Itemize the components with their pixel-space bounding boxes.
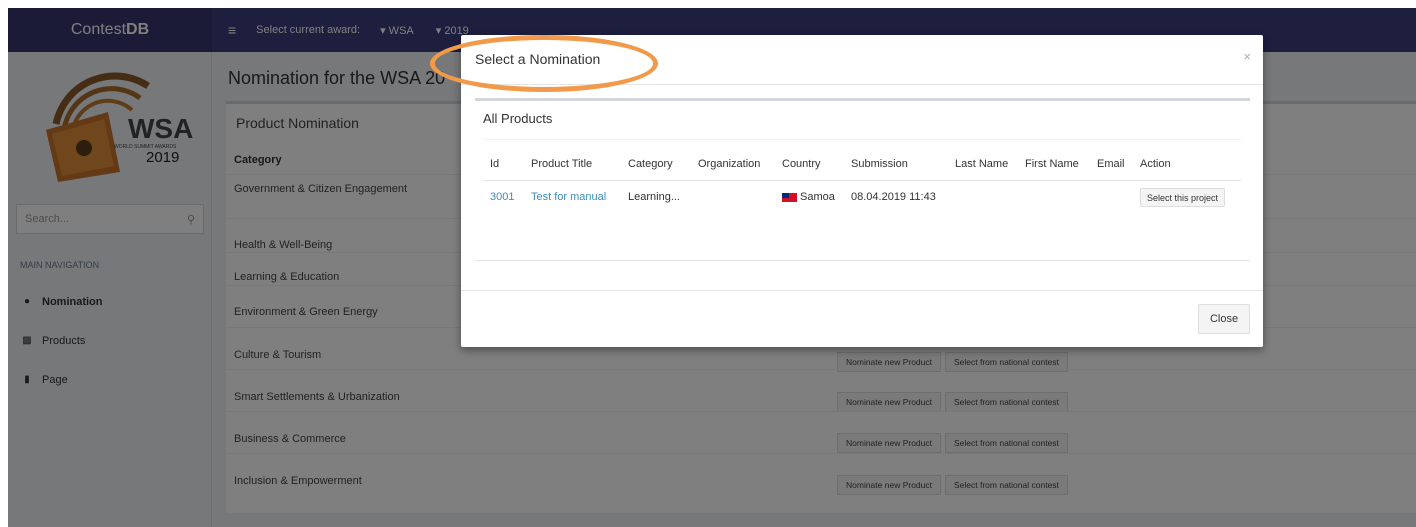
- close-icon[interactable]: ×: [1243, 49, 1251, 64]
- header-product-title: Product Title: [531, 158, 593, 170]
- header-submission: Submission: [851, 158, 908, 170]
- header-country: Country: [782, 158, 821, 170]
- header-action: Action: [1140, 158, 1171, 170]
- samoa-flag-icon: [782, 192, 797, 202]
- all-products-box: All Products Id Product Title Category O…: [475, 98, 1250, 261]
- product-submission: 08.04.2019 11:43: [851, 191, 936, 203]
- header-last-name: Last Name: [955, 158, 1009, 170]
- table-header-divider: [483, 180, 1241, 181]
- header-first-name: First Name: [1025, 158, 1079, 170]
- product-title-link[interactable]: Test for manual: [531, 191, 606, 203]
- header-organization: Organization: [698, 158, 761, 170]
- product-category: Learning...: [628, 191, 680, 203]
- country-name: Samoa: [800, 191, 835, 203]
- product-country: Samoa: [782, 191, 835, 203]
- select-this-project-button[interactable]: Select this project: [1140, 188, 1226, 207]
- product-id-link[interactable]: 3001: [490, 191, 514, 203]
- box-divider: [483, 139, 1241, 140]
- highlight-ellipse: [430, 35, 658, 92]
- header-email: Email: [1097, 158, 1125, 170]
- modal-footer-divider: [461, 290, 1263, 291]
- header-id: Id: [490, 158, 500, 170]
- app-frame: ContestDB ≡ Select current award: ▾ WSA …: [8, 8, 1416, 527]
- box-title: All Products: [483, 111, 553, 126]
- close-button[interactable]: Close: [1198, 304, 1250, 334]
- header-category: Category: [628, 158, 673, 170]
